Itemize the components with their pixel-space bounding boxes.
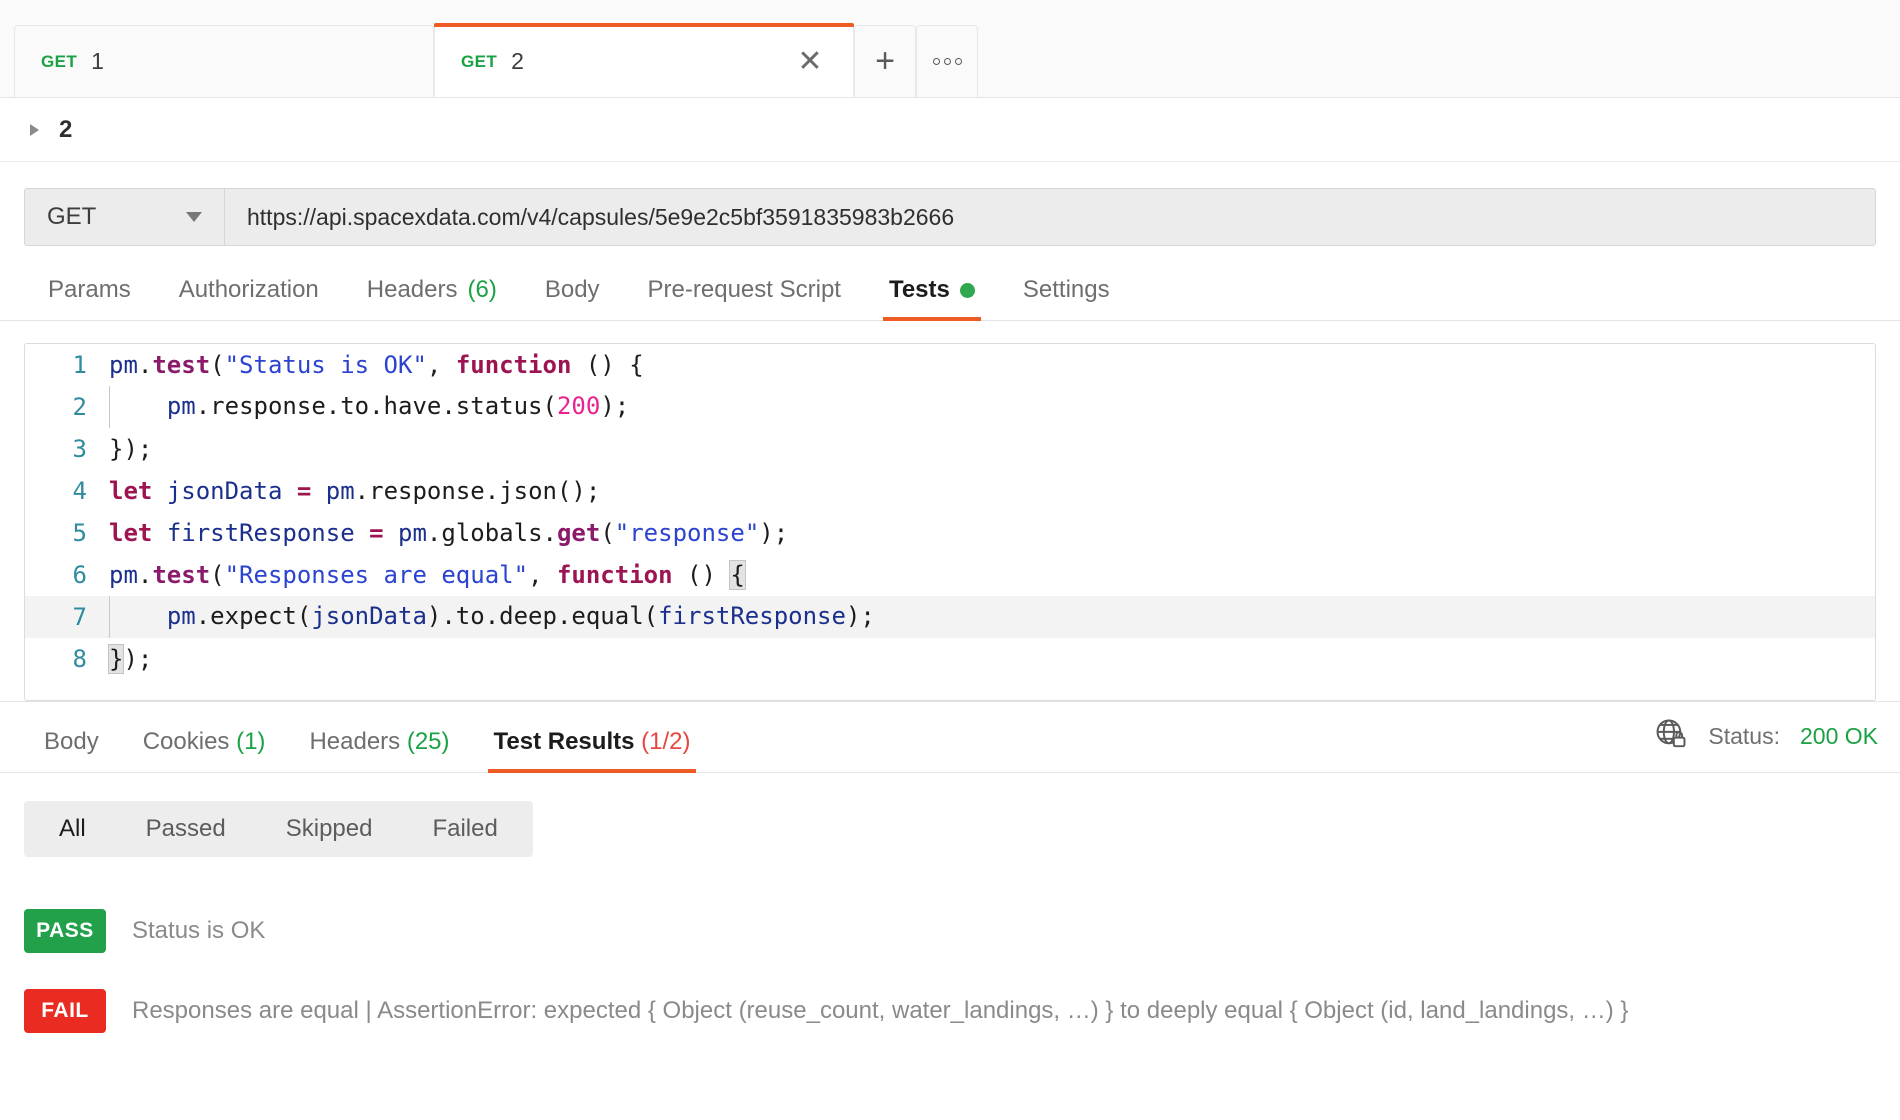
http-method-select[interactable]: GET [25, 189, 225, 245]
url-input-value: https://api.spacexdata.com/v4/capsules/5… [247, 203, 955, 230]
filter-failed[interactable]: Failed [402, 806, 527, 852]
code-line-text: pm.test("Status is OK", function () { [109, 351, 644, 379]
test-result-message: Responses are equal | AssertionError: ex… [132, 997, 1629, 1024]
status-badge: FAIL [24, 989, 106, 1033]
tab-headers-label: Headers [366, 276, 458, 303]
status-badge: PASS [24, 909, 106, 953]
test-result-row[interactable]: PASS Status is OK [24, 891, 1876, 971]
request-tab-2-title: 2 [511, 48, 524, 74]
url-bar-container: GET https://api.spacexdata.com/v4/capsul… [0, 162, 1900, 246]
response-status-area: Status: 200 OK [1654, 717, 1878, 772]
http-method-value: GET [47, 203, 97, 230]
globe-lock-icon [1654, 717, 1688, 756]
status-label: Status: [1708, 723, 1780, 749]
line-number: 6 [72, 561, 87, 589]
tab-settings[interactable]: Settings [999, 276, 1134, 320]
response-tab-body[interactable]: Body [22, 728, 121, 772]
response-tab-test-results-count: (1/2) [641, 728, 691, 755]
line-number: 8 [72, 645, 87, 673]
code-line: 6 pm.test("Responses are equal", functio… [25, 554, 1875, 596]
filter-skipped[interactable]: Skipped [256, 806, 403, 852]
request-config-tabs: Params Authorization Headers (6) Body Pre… [0, 246, 1900, 321]
line-number: 2 [72, 393, 87, 421]
request-tab-1-method: GET [41, 51, 78, 71]
test-results-list: PASS Status is OK FAIL Responses are equ… [0, 857, 1900, 1051]
tests-script-editor[interactable]: 1 pm.test("Status is OK", function () { … [24, 343, 1876, 701]
response-tab-test-results[interactable]: Test Results (1/2) [472, 728, 713, 773]
tab-pre-request-script[interactable]: Pre-request Script [624, 276, 865, 320]
test-result-row[interactable]: FAIL Responses are equal | AssertionErro… [24, 971, 1876, 1051]
tab-params-label: Params [48, 276, 131, 303]
request-tab-1[interactable]: GET 1 [14, 25, 434, 97]
request-tab-2-method: GET [461, 51, 498, 71]
tab-body[interactable]: Body [521, 276, 624, 320]
code-line: 5 let firstResponse = pm.globals.get("re… [25, 512, 1875, 554]
response-tab-cookies-count: (1) [236, 728, 266, 755]
code-line: 1 pm.test("Status is OK", function () { [25, 344, 1875, 386]
code-line-text: pm.expect(jsonData).to.deep.equal(firstR… [109, 596, 875, 638]
ellipsis-icon [932, 58, 962, 65]
code-line-active: 7 pm.expect(jsonData).to.deep.equal(firs… [25, 596, 1875, 638]
response-tab-cookies[interactable]: Cookies (1) [121, 728, 288, 772]
response-tabs: Body Cookies (1) Headers (25) Test Resul… [0, 701, 1900, 773]
line-number: 1 [72, 351, 87, 379]
test-result-filters: All Passed Skipped Failed [24, 801, 533, 857]
line-number: 4 [72, 477, 87, 505]
tab-authorization-label: Authorization [178, 276, 319, 303]
url-input[interactable]: https://api.spacexdata.com/v4/capsules/5… [225, 189, 1875, 245]
page-title: 2 [59, 115, 73, 143]
code-line-text: }); [107, 644, 153, 674]
test-result-message: Status is OK [132, 917, 266, 944]
request-tab-2[interactable]: GET 2 ✕ [434, 23, 854, 97]
chevron-right-icon[interactable] [30, 123, 39, 136]
code-line-text: pm.test("Responses are equal", function … [109, 560, 746, 590]
code-line: 2 pm.response.to.have.status(200); [25, 386, 1875, 428]
breadcrumb: 2 [0, 98, 1900, 162]
chevron-down-icon [186, 212, 202, 222]
response-tab-headers-count: (25) [406, 728, 450, 755]
code-line: 8 }); [25, 638, 1875, 680]
url-bar: GET https://api.spacexdata.com/v4/capsul… [24, 188, 1876, 246]
filter-passed[interactable]: Passed [116, 806, 256, 852]
response-tab-test-results-label: Test Results [493, 728, 635, 755]
tab-params[interactable]: Params [24, 276, 155, 320]
filter-all-label: All [59, 815, 86, 842]
response-tab-body-label: Body [44, 728, 99, 755]
tab-settings-label: Settings [1022, 276, 1110, 303]
response-tab-cookies-label: Cookies [142, 728, 230, 755]
line-number: 3 [72, 435, 87, 463]
plus-icon: + [875, 42, 895, 80]
tab-headers[interactable]: Headers (6) [343, 276, 521, 320]
filter-passed-label: Passed [145, 815, 226, 842]
code-line-text: }); [109, 435, 153, 463]
filter-skipped-label: Skipped [285, 815, 373, 842]
code-line-text: let firstResponse = pm.globals.get("resp… [109, 519, 789, 547]
code-line: 3 }); [25, 428, 1875, 470]
line-number: 7 [72, 603, 87, 631]
request-tab-strip: GET 1 GET 2 ✕ + [0, 0, 1900, 98]
code-line-text: pm.response.to.have.status(200); [109, 386, 629, 428]
tab-body-label: Body [544, 276, 600, 303]
status-badge: 200 OK [1800, 723, 1878, 749]
close-icon[interactable]: ✕ [793, 45, 827, 79]
response-tab-headers-label: Headers [309, 728, 401, 755]
tab-authorization[interactable]: Authorization [155, 276, 343, 320]
filter-all[interactable]: All [29, 806, 116, 852]
tab-headers-count: (6) [467, 276, 497, 303]
tab-tests-label: Tests [888, 276, 950, 303]
code-line: 4 let jsonData = pm.response.json(); [25, 470, 1875, 512]
tab-pre-request-script-label: Pre-request Script [647, 276, 841, 303]
tab-more-options-button[interactable] [916, 25, 978, 97]
response-tab-headers[interactable]: Headers (25) [287, 728, 471, 772]
new-tab-button[interactable]: + [854, 25, 916, 97]
tab-tests[interactable]: Tests [865, 276, 999, 321]
filter-failed-label: Failed [432, 815, 498, 842]
request-tab-1-title: 1 [91, 48, 104, 74]
code-line-text: let jsonData = pm.response.json(); [109, 477, 601, 505]
line-number: 5 [72, 519, 87, 547]
tests-active-dot-icon [959, 282, 975, 298]
